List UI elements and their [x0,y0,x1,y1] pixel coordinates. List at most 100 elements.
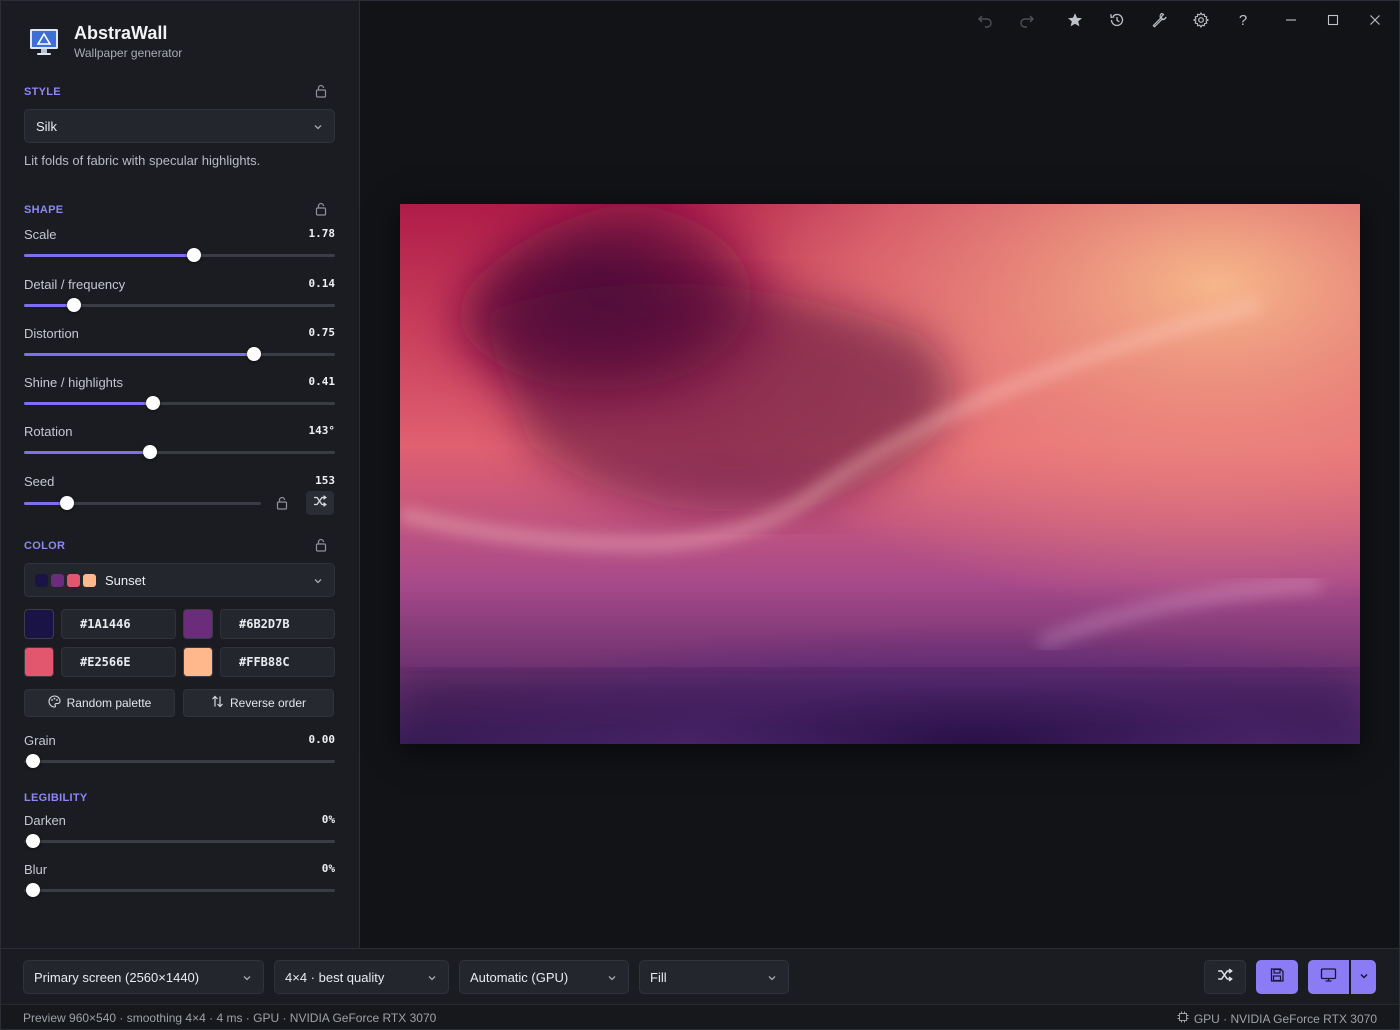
minimize-icon[interactable] [1281,10,1301,30]
fit-select-value: Fill [650,969,667,985]
palette-chip [67,573,80,587]
legibility-section-label: LEGIBILITY [24,792,88,804]
history-icon[interactable] [1107,10,1127,30]
detail-frequency-value: 0.14 [308,277,336,290]
slider-track[interactable] [24,445,335,459]
rotation-value: 143° [308,424,336,437]
slider-track[interactable] [24,396,335,410]
screen-select-value: Primary screen (2560×1440) [34,969,200,985]
detail-frequency-label: Detail / frequency [24,277,126,292]
palette-name: Sunset [105,572,146,588]
slider-thumb[interactable] [187,248,202,262]
palette-icon [48,695,61,711]
palette-chip [83,573,96,587]
random-palette-label: Random palette [66,696,152,710]
renderer-select[interactable]: Automatic (GPU) [459,960,629,994]
style-lock-icon[interactable] [315,84,327,98]
reverse-order-button[interactable]: Reverse order [183,689,334,717]
gear-icon[interactable] [1191,10,1211,30]
color-swatch-3[interactable] [24,647,54,677]
chevron-down-icon [242,973,252,983]
help-icon[interactable]: ? [1233,10,1253,30]
distortion-label: Distortion [24,326,79,341]
shuffle-button[interactable] [1204,960,1246,994]
bottom-bar: Primary screen (2560×1440) 4×4 · best qu… [1,948,1399,1004]
style-description: Lit folds of fabric with specular highli… [24,153,261,168]
slider-thumb[interactable] [26,834,40,848]
status-text: Preview 960×540 · smoothing 4×4 · 4 ms ·… [23,1011,437,1025]
slider-thumb[interactable] [26,754,40,768]
grain-label: Grain [24,733,56,748]
save-icon [1269,967,1285,988]
color-swatch-1[interactable] [24,609,54,639]
maximize-icon[interactable] [1323,10,1343,30]
slider-thumb[interactable] [146,396,161,410]
palette-select[interactable]: Sunset [24,563,335,597]
blur-value: 0% [321,862,335,875]
renderer-select-value: Automatic (GPU) [470,969,569,985]
slider-track[interactable] [24,347,335,361]
shape-section-label: SHAPE [24,204,64,216]
chevron-down-icon [313,576,323,586]
star-icon[interactable] [1065,10,1085,30]
chip-icon [1177,1011,1189,1026]
set-wallpaper-button[interactable] [1308,960,1349,994]
rotation-label: Rotation [24,424,73,439]
chevron-down-icon [607,973,617,983]
style-select-value: Silk [36,118,57,134]
close-icon[interactable] [1365,10,1385,30]
wrench-icon[interactable] [1149,10,1169,30]
color-hex-field-4[interactable]: #FFB88C [220,647,335,677]
chevron-down-icon [313,122,323,132]
quality-select[interactable]: 4×4 · best quality [274,960,449,994]
save-button[interactable] [1256,960,1298,994]
chevron-down-icon [1359,968,1369,986]
color-hex-field-3[interactable]: #E2566E [61,647,176,677]
seed-lock-icon[interactable] [276,496,288,510]
slider-thumb[interactable] [59,496,74,510]
slider-track[interactable] [24,754,335,768]
color-section-label: COLOR [24,540,66,552]
set-wallpaper-menu-button[interactable] [1351,960,1376,994]
shuffle-icon [1217,967,1233,987]
slider-thumb[interactable] [26,883,40,897]
scale-value: 1.78 [308,227,336,240]
slider-thumb[interactable] [66,298,81,312]
slider-thumb[interactable] [246,347,261,361]
color-swatch-2[interactable] [183,609,213,639]
slider-track[interactable] [24,248,335,262]
app-logo-icon [24,24,64,60]
fit-select[interactable]: Fill [639,960,789,994]
shape-lock-icon[interactable] [315,202,327,216]
shine-highlights-label: Shine / highlights [24,375,124,390]
sidebar: AbstraWall Wallpaper generator STYLE Sil… [1,1,360,948]
style-section-label: STYLE [24,86,61,98]
palette-chip [35,573,48,587]
undo-icon[interactable] [975,10,995,30]
gpu-status-text: GPU · NVIDIA GeForce RTX 3070 [1193,1011,1377,1026]
redo-icon[interactable] [1017,10,1037,30]
color-swatch-4[interactable] [183,647,213,677]
color-lock-icon[interactable] [315,538,327,552]
status-bar: Preview 960×540 · smoothing 4×4 · 4 ms ·… [1,1004,1399,1029]
random-palette-button[interactable]: Random palette [24,689,175,717]
darken-label: Darken [24,813,66,828]
slider-track[interactable] [24,883,335,897]
screen-select[interactable]: Primary screen (2560×1440) [23,960,264,994]
seed-label: Seed [24,474,55,489]
slider-thumb[interactable] [142,445,157,459]
color-hex-field-1[interactable]: #1A1446 [61,609,176,639]
quality-select-value: 4×4 · best quality [285,969,385,985]
swap-vertical-icon [211,695,224,711]
grain-value: 0.00 [308,733,336,746]
randomize-seed-button[interactable] [306,491,334,515]
style-select[interactable]: Silk [24,109,335,143]
darken-value: 0% [321,813,335,826]
color-hex-field-2[interactable]: #6B2D7B [220,609,335,639]
slider-track[interactable] [24,496,261,510]
palette-preview [35,573,96,587]
app-subtitle: Wallpaper generator [74,46,183,60]
slider-track[interactable] [24,298,335,312]
shine-highlights-value: 0.41 [308,375,336,388]
slider-track[interactable] [24,834,335,848]
